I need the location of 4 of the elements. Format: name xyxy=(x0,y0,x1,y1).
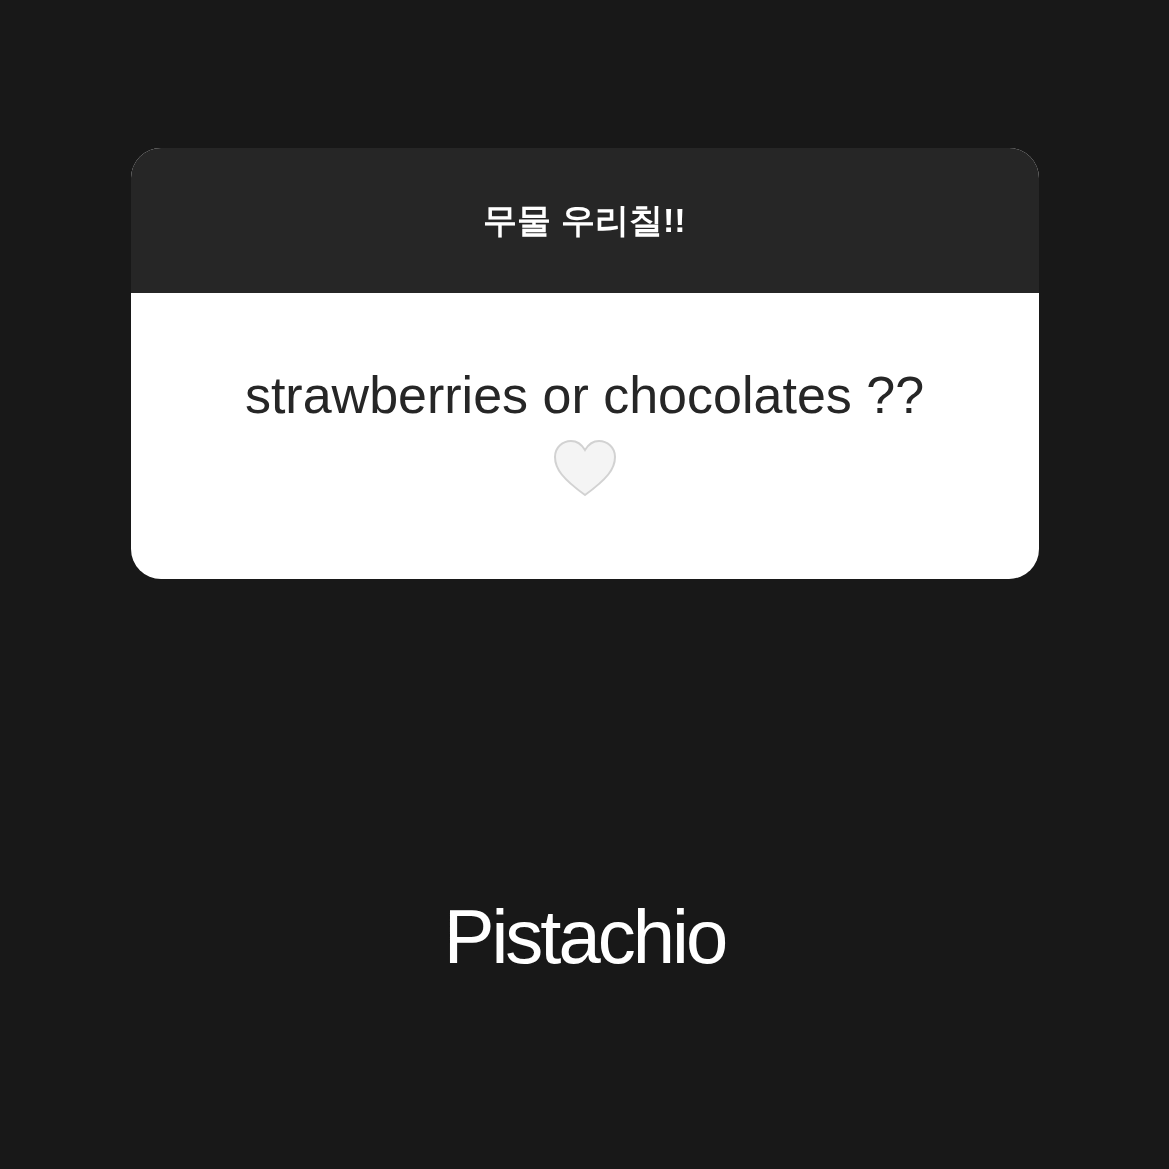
answer-text: Pistachio xyxy=(443,899,726,975)
sticker-title: 무물 우리칠!! xyxy=(483,199,686,241)
heart-icon xyxy=(552,438,617,497)
question-text: strawberries or chocolates ?? xyxy=(244,367,925,425)
